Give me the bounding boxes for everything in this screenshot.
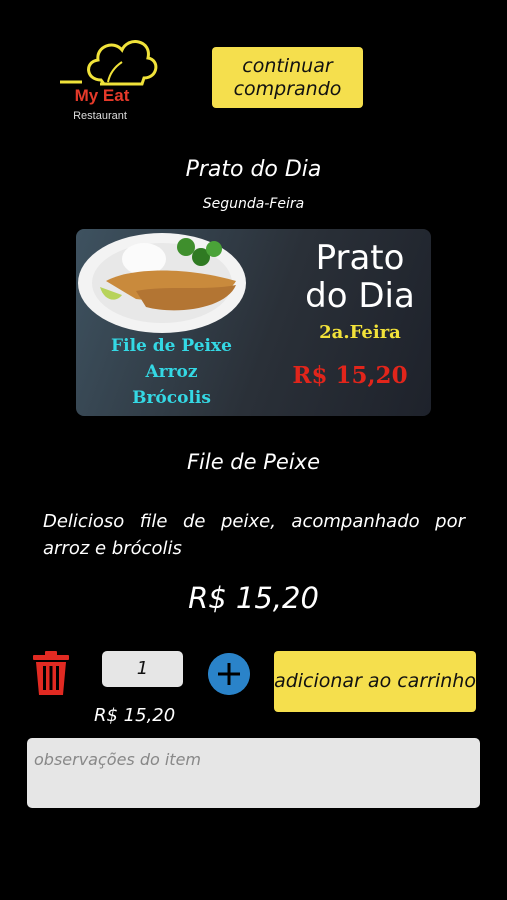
day-subtitle: Segunda-Feira [202,196,305,212]
trash-icon[interactable] [32,650,70,696]
banner-menu-items: File de Peixe Arroz Brócolis [111,336,232,408]
logo-title: My Eat [74,86,130,105]
line-total: R$ 15,20 [94,705,176,726]
banner-heading: Prato do Dia [305,238,415,316]
item-notes-input[interactable]: observações do item [27,738,480,808]
item-price: R$ 15,20 [188,581,319,615]
page-title: Prato do Dia [185,157,322,182]
banner-day: 2a.Feira [319,322,401,343]
continue-shopping-button[interactable]: continuar comprando [212,47,363,108]
banner-price: R$ 15,20 [292,362,408,389]
plus-icon[interactable] [208,653,250,695]
logo-subtitle: Restaurant [73,110,127,122]
add-to-cart-button[interactable]: adicionar ao carrinho [274,651,476,712]
dish-banner-image: File de Peixe Arroz Brócolis Prato do Di… [76,229,431,416]
item-name: File de Peixe [186,450,321,474]
item-description: Delicioso file de peixe, acompanhado por… [43,511,465,559]
quantity-field[interactable]: 1 [102,651,183,687]
